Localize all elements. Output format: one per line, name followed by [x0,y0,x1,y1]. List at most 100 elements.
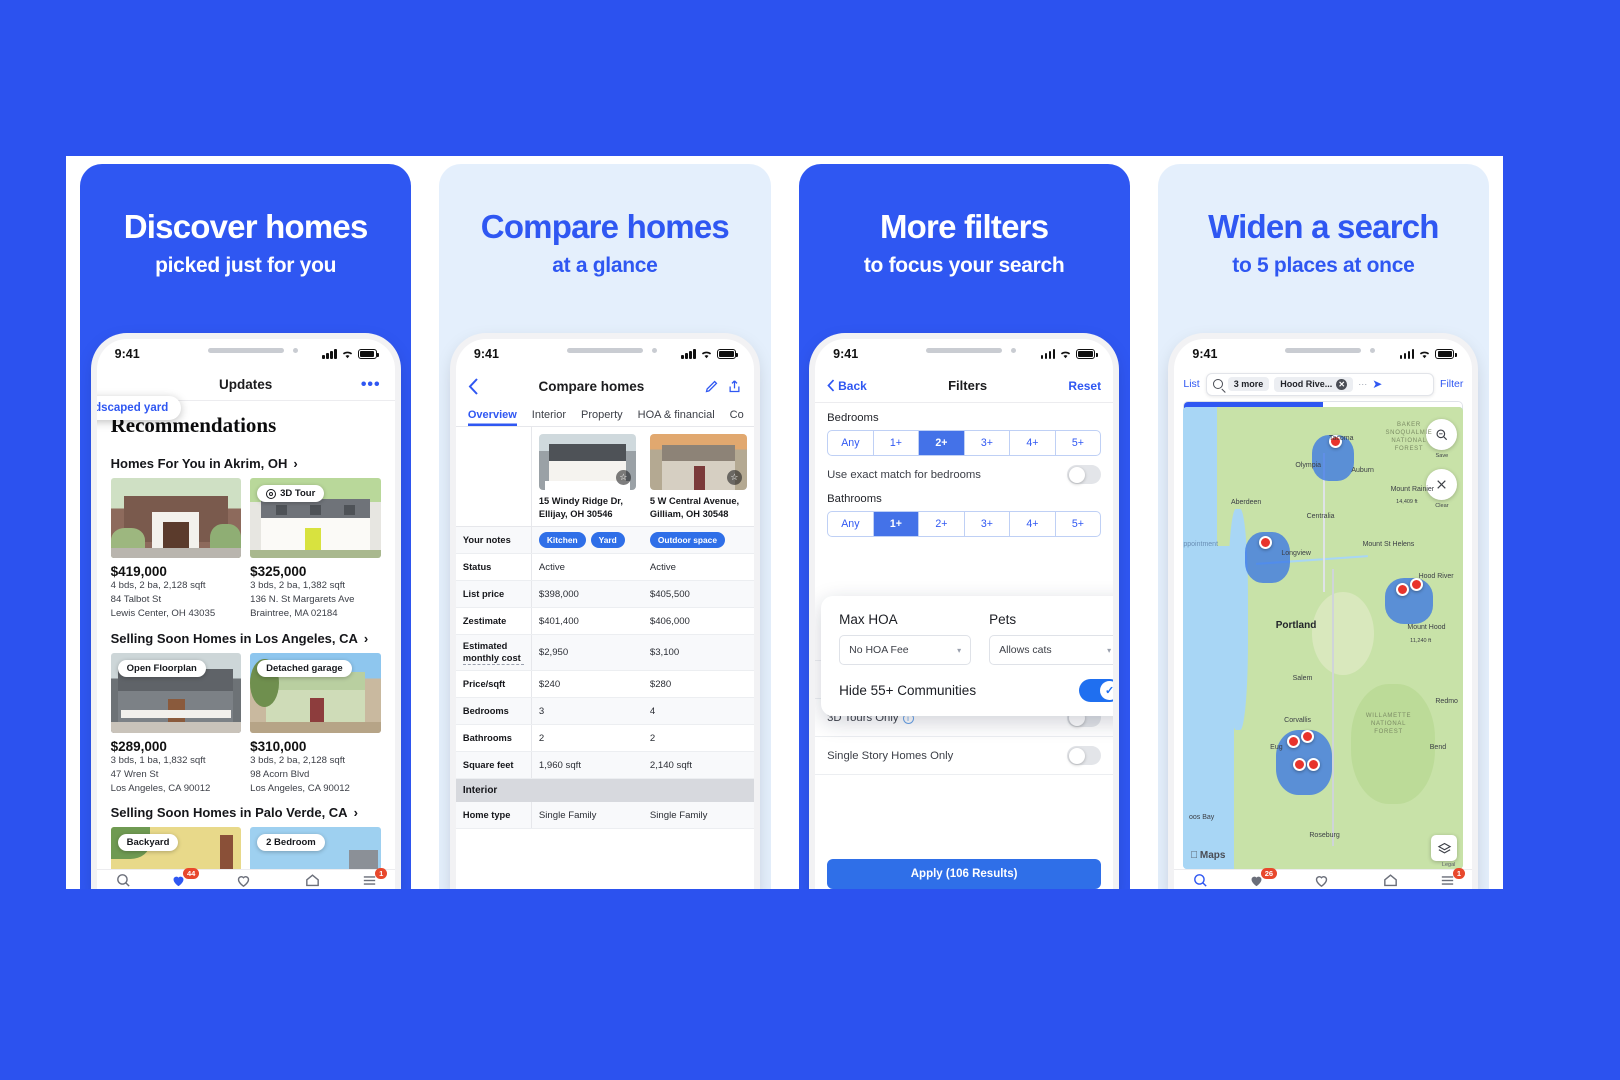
bathrooms-option-5plus[interactable]: 5+ [1056,512,1101,536]
hide-communities-toggle[interactable] [1079,679,1114,702]
feature-badge: Detached garage [257,659,352,677]
map-label: Tacoma [1328,434,1354,442]
share-icon[interactable] [727,379,742,394]
tab-hoa-financial[interactable]: HOA & financial [638,403,715,426]
bedrooms-option-1plus[interactable]: 1+ [874,431,920,455]
map-canvas[interactable]: Save Clear Maps Legal BAK [1183,407,1464,869]
tab-search[interactable]: Search [113,872,134,890]
map-label: Longview [1281,550,1311,558]
tab-your-home[interactable]: Your Home [296,872,328,890]
search-input[interactable]: 3 more Hood Rive... ✕ ··· ➤ [1205,372,1435,396]
back-label: Back [838,378,867,393]
bathrooms-option-any[interactable]: Any [828,512,874,536]
clear-search-button[interactable]: Clear [1426,469,1458,509]
reset-button[interactable]: Reset [1068,379,1101,393]
tab-more[interactable]: 1 More [1439,867,1466,890]
tab-community[interactable]: Co [730,403,744,426]
map-label: Redmo [1435,698,1458,706]
save-star-icon[interactable]: ☆ [615,470,631,485]
map-label: Centralia [1306,513,1335,521]
apply-button[interactable]: Apply (106 Results) [827,859,1102,889]
bathrooms-option-2plus[interactable]: 2+ [919,512,965,536]
bedrooms-option-2plus[interactable]: 2+ [919,431,965,455]
map-pin[interactable] [1286,735,1300,749]
exact-match-row: Use exact match for bedrooms [815,456,1113,493]
property-photo: ☆ [538,434,636,490]
list-view-button[interactable]: List [1183,378,1199,390]
status-bar: 9:41 [815,339,1113,369]
row-value: Active [538,561,566,573]
list-item[interactable]: Open Floorplan $289,000 3 bds, 1 ba, 1,8… [110,652,242,796]
listing-city: Lewis Center, OH 43035 [110,607,216,619]
layers-icon [1437,842,1452,854]
battery-icon [716,349,739,359]
phone-mockup-compare: 9:41 Compare homes Overview Interior Pro… [455,339,754,889]
map-pin[interactable] [1258,536,1272,550]
page-subtitle: picked just for you [155,253,337,277]
max-hoa-select[interactable]: No HOA Fee ▾ [839,635,972,665]
back-button[interactable]: Back [827,379,867,393]
pets-select[interactable]: Allows cats ▾ [989,635,1114,665]
single-story-toggle[interactable] [1067,746,1102,765]
map-label: Aberdeen [1230,499,1262,507]
save-star-icon[interactable]: ☆ [726,470,742,485]
tab-your-home[interactable]: Your Home [1374,872,1406,890]
page-title: Discover homes [123,208,369,245]
tab-updates[interactable]: 44 Updates [166,867,200,890]
filter-button[interactable]: Filter [1440,378,1463,390]
note-tag: Kitchen [538,532,586,549]
home-icon [306,873,319,886]
table-row: Bathrooms 2 2 [455,725,754,753]
page-title: Compare homes [480,208,730,245]
map-pin[interactable] [1300,730,1314,744]
map-pin[interactable] [1396,582,1410,596]
status-time: 9:41 [833,347,859,361]
bedrooms-option-5plus[interactable]: 5+ [1056,431,1101,455]
tab-updates[interactable]: 26 Updates [1244,867,1278,890]
bathrooms-option-1plus[interactable]: 1+ [873,512,920,536]
hide-communities-label: Hide 55+ Communities [839,683,977,698]
bedrooms-option-4plus[interactable]: 4+ [1010,431,1056,455]
close-icon[interactable]: ✕ [1336,378,1348,390]
feature-badge: Backyard [117,834,179,852]
bathrooms-option-3plus[interactable]: 3+ [965,512,1011,536]
overflow-icon: ··· [1358,379,1368,389]
row-value: Active [649,561,677,573]
chevron-left-icon[interactable] [468,377,479,395]
location-chip[interactable]: Hood Rive... ✕ [1274,376,1354,392]
map-legal-link[interactable]: Legal [1442,862,1455,868]
exact-match-toggle[interactable] [1067,465,1102,484]
locate-icon[interactable]: ➤ [1372,377,1382,391]
listing-street: 47 Wren St [110,768,159,780]
map-label: Olympia [1295,462,1322,470]
status-icons [1399,349,1457,360]
tab-property[interactable]: Property [581,403,623,426]
map-label: Corvallis [1284,716,1312,724]
nav-bar: Back Filters Reset [815,369,1114,403]
map-layers-button[interactable] [1431,835,1458,861]
chevron-down-icon: ▾ [1107,645,1112,655]
bedrooms-option-3plus[interactable]: 3+ [965,431,1011,455]
bedrooms-option-any[interactable]: Any [828,431,874,455]
tab-more[interactable]: 1 More [361,867,388,890]
tab-overview[interactable]: Overview [468,403,517,426]
bathrooms-option-4plus[interactable]: 4+ [1010,512,1056,536]
tab-saved-homes[interactable]: Saved Homes [223,872,264,890]
tab-interior[interactable]: Interior [532,403,566,426]
tab-search[interactable]: Search [1191,872,1212,890]
pencil-icon[interactable] [704,379,719,394]
table-row: Your notes Kitchen Yard Outdoor space [455,527,754,555]
tab-saved-homes[interactable]: Saved Homes [1301,872,1342,890]
more-filters-chip[interactable]: 3 more [1227,377,1270,391]
section-header-los-angeles[interactable]: Selling Soon Homes in Los Angeles, CA › [111,621,381,653]
list-item[interactable]: Detached garage $310,000 3 bds, 2 ba, 2,… [250,652,381,796]
search-save-icon [1436,428,1447,440]
section-header-akrim[interactable]: Homes For You in Akrim, OH › [111,446,381,478]
row-value: $401,400 [538,615,579,627]
list-item[interactable]: 3D Tour $325,000 3 bds, 2 ba, 1,382 sqft… [250,478,381,621]
list-item[interactable]: $419,000 4 bds, 2 ba, 2,128 sqft 84 Talb… [110,478,242,621]
row-label: Estimated monthly cost [456,635,532,671]
section-header-palo-verde[interactable]: Selling Soon Homes in Palo Verde, CA › [111,795,381,827]
wifi-icon [1061,351,1071,358]
row-label: Square feet [456,752,532,779]
